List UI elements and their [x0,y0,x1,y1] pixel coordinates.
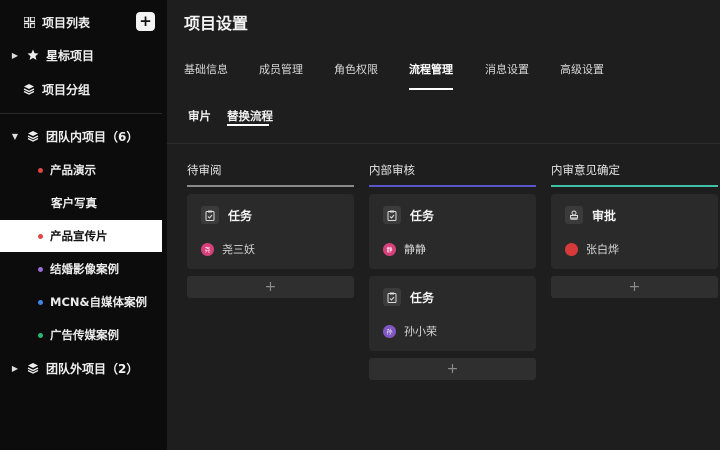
column-accent-line [551,185,718,187]
sidebar-subitem-label: 客户写真 [51,196,97,210]
layers-icon [26,129,40,143]
sidebar-subitem-active[interactable]: 产品宣传片 [0,220,162,252]
avatar [565,242,578,256]
assignee-name: 孙小荣 [404,325,437,338]
card-label: 任务 [410,290,435,305]
stamp-icon [565,206,583,224]
sidebar-item-label: 团队内项目（6） [46,129,139,144]
add-project-button[interactable]: + [136,12,155,31]
column-accent-line [369,185,536,187]
card-label: 审批 [592,208,617,223]
sidebar-subitem[interactable]: 广告传媒案例 [0,319,162,351]
sidebar-subitem[interactable]: 客户写真 [0,187,162,219]
sidebar-subitem[interactable]: 结婚影像案例 [0,253,162,285]
card-label: 任务 [410,208,435,223]
avatar: 静 [383,242,396,256]
tab-workflow[interactable]: 流程管理 [409,61,453,77]
sidebar-item-starred[interactable]: ▶ 星标项目 [10,39,172,71]
sidebar-item-label: 星标项目 [46,48,95,63]
sidebar-item-label: 项目分组 [42,82,91,97]
tab-advanced[interactable]: 高级设置 [560,61,604,77]
sidebar: 项目列表 + ▶ 星标项目 项目分组 ▼ 团队内项目（6） 产品演示 客户写真 … [0,0,167,450]
project-list-label: 项目列表 [42,15,91,30]
active-tab-indicator [409,88,453,90]
subtab-review[interactable]: 审片 [188,108,211,124]
status-dot [38,233,43,239]
caret-down-icon[interactable]: ▼ [10,132,20,141]
column-title: 内部审核 [369,163,415,177]
sidebar-subitem-label: 产品演示 [50,163,96,177]
column-title: 内审意见确定 [551,163,620,177]
column-accent-line [187,185,354,187]
status-dot [38,266,43,272]
tab-roles[interactable]: 角色权限 [334,61,378,77]
avatar: 尧 [201,242,214,256]
star-icon [26,48,40,62]
approval-card[interactable]: 审批 张白烨 [551,194,718,269]
clipboard-icon [383,206,401,224]
task-card[interactable]: 任务 孙 孙小荣 [369,276,536,351]
active-subtab-indicator [227,124,269,126]
caret-right-icon[interactable]: ▶ [10,364,20,373]
subtab-divider [167,143,720,144]
layers-icon [22,82,36,96]
column-title: 待审阅 [187,163,222,177]
tab-members[interactable]: 成员管理 [259,61,303,77]
task-card[interactable]: 任务 静 静静 [369,194,536,269]
status-dot [38,332,43,338]
sidebar-item-team-inner[interactable]: ▼ 团队内项目（6） [10,120,172,152]
sidebar-subitem-label: 结婚影像案例 [50,262,119,276]
tab-basic-info[interactable]: 基础信息 [184,61,228,77]
clipboard-icon [383,288,401,306]
status-dot [38,299,43,305]
avatar: 孙 [383,324,396,338]
caret-right-icon[interactable]: ▶ [10,51,20,60]
sidebar-item-groups[interactable]: 项目分组 [22,73,184,105]
grid-icon [22,15,36,29]
sidebar-subitem-label: 广告传媒案例 [50,328,119,342]
sidebar-subitem[interactable]: MCN&自媒体案例 [0,286,162,318]
project-list-header[interactable]: 项目列表 [22,6,184,38]
sidebar-subitem-label: 产品宣传片 [50,229,108,243]
card-label: 任务 [228,208,253,223]
sidebar-item-team-outer[interactable]: ▶ 团队外项目（2） [10,352,172,384]
sidebar-subitem-label: MCN&自媒体案例 [50,295,148,309]
assignee-name: 静静 [404,243,426,256]
assignee-name: 张白烨 [586,243,619,256]
add-card-button[interactable]: + [369,358,536,380]
subtab-replace-flow[interactable]: 替换流程 [227,108,273,124]
layers-icon [26,361,40,375]
sidebar-subitem[interactable]: 产品演示 [0,154,162,186]
clipboard-icon [201,206,219,224]
task-card[interactable]: 任务 尧 尧三妖 [187,194,354,269]
sidebar-divider [0,113,162,114]
status-dot [38,167,43,173]
add-card-button[interactable]: + [551,276,718,298]
sidebar-item-label: 团队外项目（2） [46,361,139,376]
tab-notifications[interactable]: 消息设置 [485,61,529,77]
assignee-name: 尧三妖 [222,243,255,256]
page-title: 项目设置 [184,14,249,33]
add-card-button[interactable]: + [187,276,354,298]
